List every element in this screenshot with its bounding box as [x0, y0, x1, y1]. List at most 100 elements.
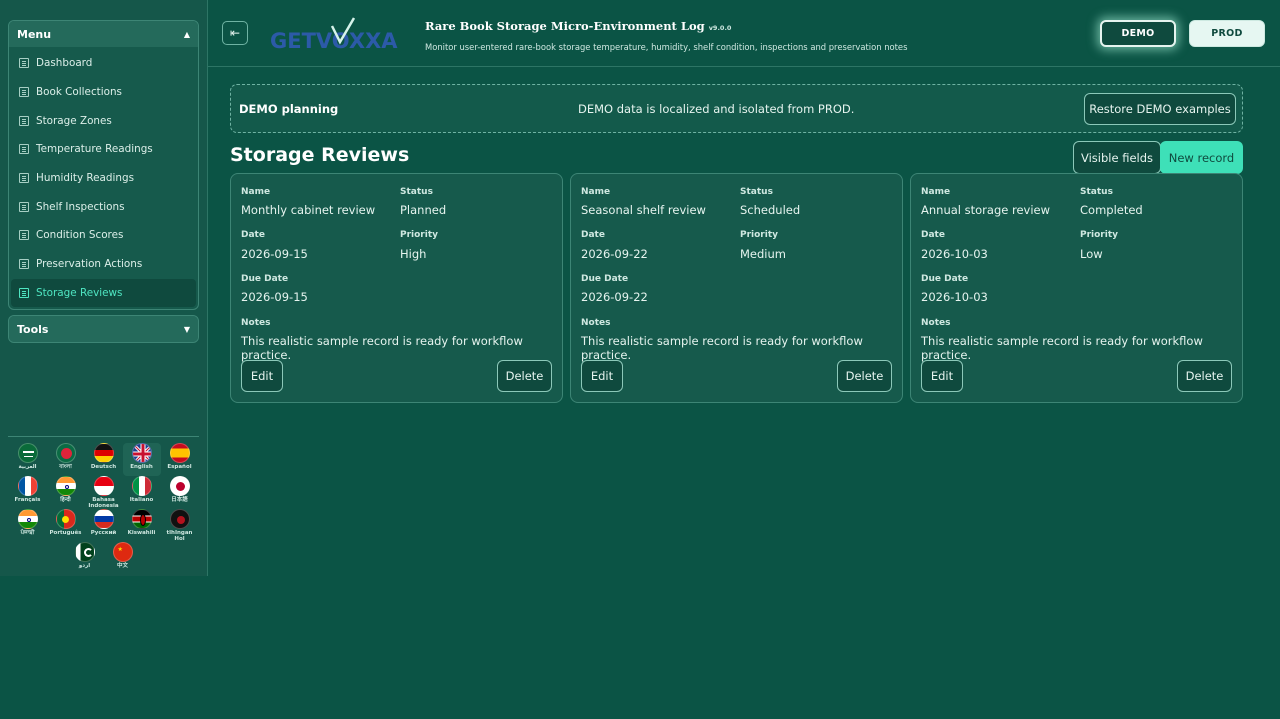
new-record-button[interactable]: New record: [1160, 141, 1243, 174]
language-label: বাংলা: [59, 464, 72, 470]
priority-value: Low: [1080, 247, 1103, 261]
priority-label: Priority: [740, 230, 778, 240]
notes-label: Notes: [921, 318, 951, 328]
status-value: Planned: [400, 203, 447, 217]
status-label: Status: [1080, 187, 1113, 197]
sidebar-item-dashboard[interactable]: Dashboard: [9, 49, 198, 78]
due-date-value: 2026-09-15: [241, 290, 308, 304]
name-value: Monthly cabinet review: [241, 203, 376, 217]
priority-value: Medium: [740, 247, 786, 261]
flag-pk-icon: [74, 542, 95, 562]
language-bengali[interactable]: বাংলা: [47, 443, 85, 476]
delete-button[interactable]: Delete: [837, 360, 892, 392]
language-label: Deutsch: [90, 464, 117, 470]
language-label: tlhIngan Hol: [166, 530, 193, 542]
notes-label: Notes: [241, 318, 271, 328]
flag-gb-icon: [131, 443, 152, 463]
language-japanese[interactable]: 日本語: [161, 476, 199, 509]
language-french[interactable]: Français: [9, 476, 47, 509]
notes-value: This realistic sample record is ready fo…: [241, 334, 523, 362]
sidebar-item-label: Temperature Readings: [36, 143, 153, 156]
app-logo: GETVOXXA: [270, 17, 398, 53]
flag-sa-icon: [17, 443, 38, 463]
notes-value: This realistic sample record is ready fo…: [921, 334, 1203, 362]
app-title: Rare Book Storage Micro-Environment Log: [425, 19, 705, 33]
title-block: Rare Book Storage Micro-Environment Log v…: [425, 15, 907, 52]
language-label: English: [130, 464, 153, 470]
prod-mode-button[interactable]: PROD: [1189, 20, 1265, 47]
edit-button[interactable]: Edit: [241, 360, 283, 392]
language-punjabi[interactable]: ਪੰਜਾਬੀ: [9, 509, 47, 542]
language-label: Italiano: [129, 497, 154, 503]
edit-button[interactable]: Edit: [581, 360, 623, 392]
notes-label: Notes: [581, 318, 611, 328]
delete-button[interactable]: Delete: [497, 360, 552, 392]
restore-demo-button[interactable]: Restore DEMO examples: [1084, 93, 1236, 125]
language-klingon[interactable]: tlhIngan Hol: [161, 509, 199, 542]
language-label: Português: [49, 530, 82, 536]
sidebar-item-label: Humidity Readings: [36, 172, 135, 185]
page-title: Storage Reviews: [230, 144, 410, 166]
language-hindi[interactable]: हिन्दी: [47, 476, 85, 509]
language-english[interactable]: English: [122, 443, 161, 476]
sidebar: Menu ▲ Dashboard Book Collections Storag…: [0, 0, 208, 576]
language-russian[interactable]: Русский: [85, 509, 123, 542]
demo-mode-button[interactable]: DEMO: [1100, 20, 1176, 47]
due-date-value: 2026-10-03: [921, 290, 988, 304]
flag-fr-icon: [17, 476, 38, 496]
language-spanish[interactable]: Español: [161, 443, 199, 476]
sidebar-item-storage-zones[interactable]: Storage Zones: [9, 106, 198, 135]
sidebar-item-humidity-readings[interactable]: Humidity Readings: [9, 164, 198, 193]
delete-button[interactable]: Delete: [1177, 360, 1232, 392]
language-chinese[interactable]: ★ 中文: [104, 542, 142, 575]
record-card: Name Monthly cabinet review Status Plann…: [230, 173, 563, 403]
date-label: Date: [241, 230, 265, 240]
language-arabic[interactable]: العربية: [9, 443, 47, 476]
language-urdu[interactable]: اردو: [66, 542, 104, 575]
list-icon: [19, 287, 29, 298]
sidebar-item-label: Shelf Inspections: [36, 200, 125, 213]
sidebar-item-temperature-readings[interactable]: Temperature Readings: [9, 135, 198, 164]
visible-fields-button[interactable]: Visible fields: [1073, 141, 1161, 174]
tools-header[interactable]: Tools ▼: [9, 316, 198, 342]
tools-title: Tools: [17, 322, 49, 336]
priority-label: Priority: [1080, 230, 1118, 240]
flag-bd-icon: [55, 443, 76, 463]
flag-id-icon: [93, 476, 114, 496]
banner-title: DEMO planning: [239, 102, 339, 116]
sidebar-item-book-collections[interactable]: Book Collections: [9, 78, 198, 107]
language-label: 中文: [116, 563, 128, 569]
language-italian[interactable]: Italiano: [123, 476, 161, 509]
sidebar-item-label: Storage Zones: [36, 114, 112, 127]
sidebar-item-shelf-inspections[interactable]: Shelf Inspections: [9, 192, 198, 221]
flag-it-icon: [131, 476, 152, 496]
list-icon: [19, 115, 29, 126]
menu-panel: Menu ▲ Dashboard Book Collections Storag…: [8, 20, 199, 310]
collapse-sidebar-button[interactable]: ⇤: [222, 21, 248, 45]
tools-panel[interactable]: Tools ▼: [8, 315, 199, 343]
language-german[interactable]: Deutsch: [85, 443, 123, 476]
sidebar-item-label: Preservation Actions: [36, 258, 143, 271]
edit-button[interactable]: Edit: [921, 360, 963, 392]
sidebar-item-condition-scores[interactable]: Condition Scores: [9, 221, 198, 250]
menu-header[interactable]: Menu ▲: [9, 21, 198, 47]
flag-ke-icon: [131, 509, 152, 529]
flag-in-icon: [55, 476, 76, 496]
language-indonesian[interactable]: Bahasa Indonesia: [85, 476, 123, 509]
sidebar-item-label: Storage Reviews: [36, 286, 123, 299]
chevron-up-icon: ▲: [183, 29, 190, 39]
name-label: Name: [241, 187, 271, 197]
language-label: Bahasa Indonesia: [88, 497, 119, 509]
language-label: Русский: [90, 530, 117, 536]
language-swahili[interactable]: Kiswahili: [123, 509, 161, 542]
language-portuguese[interactable]: Português: [47, 509, 85, 542]
name-value: Annual storage review: [921, 203, 1051, 217]
menu-title: Menu: [17, 27, 52, 41]
sidebar-item-preservation-actions[interactable]: Preservation Actions: [9, 250, 198, 279]
status-label: Status: [740, 187, 773, 197]
record-card: Name Seasonal shelf review Status Schedu…: [570, 173, 903, 403]
sidebar-item-storage-reviews[interactable]: Storage Reviews: [11, 278, 196, 308]
due-date-label: Due Date: [581, 274, 629, 284]
language-label: Français: [14, 497, 41, 503]
language-label: Kiswahili: [127, 530, 156, 536]
